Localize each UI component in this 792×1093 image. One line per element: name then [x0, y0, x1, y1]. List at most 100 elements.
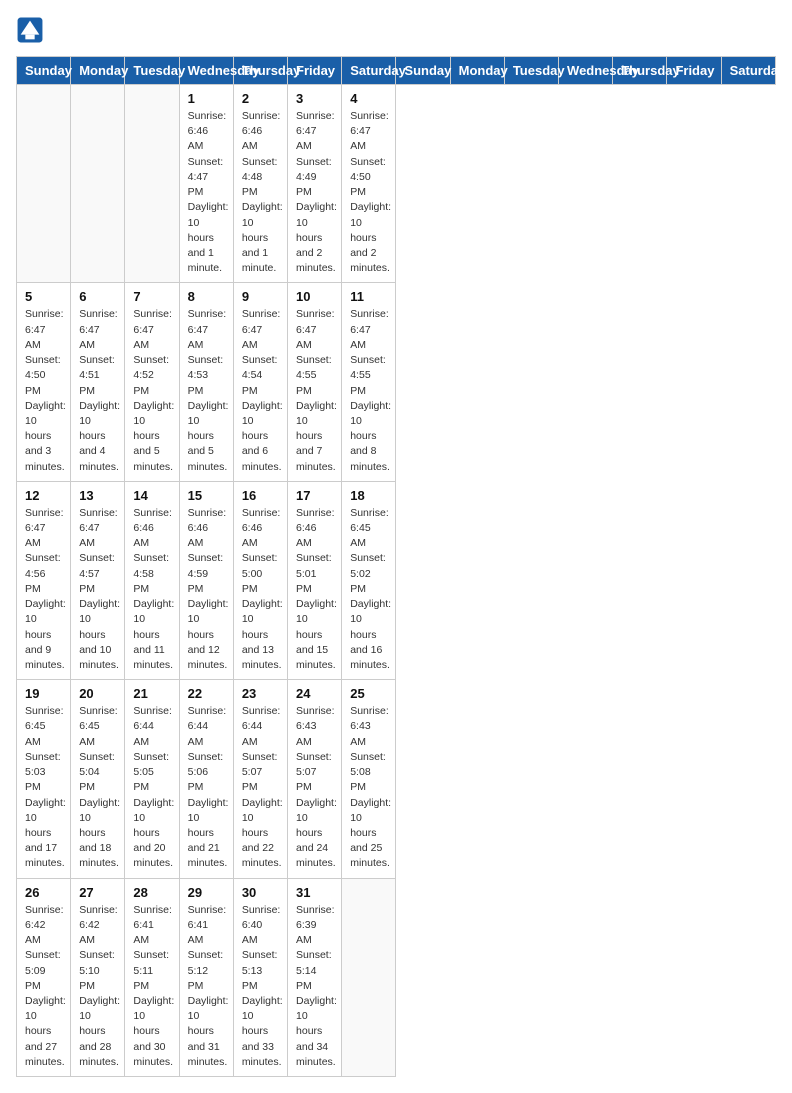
- day-info: Sunrise: 6:43 AM Sunset: 5:07 PM Dayligh…: [296, 704, 333, 871]
- day-number: 27: [79, 885, 116, 900]
- day-info: Sunrise: 6:39 AM Sunset: 5:14 PM Dayligh…: [296, 903, 333, 1070]
- day-number: 3: [296, 91, 333, 106]
- day-cell: 16 Sunrise: 6:46 AM Sunset: 5:00 PM Dayli…: [233, 481, 287, 679]
- day-cell: 7Sunrise: 6:47 AM Sunset: 4:52 PM Daylig…: [125, 283, 179, 481]
- day-info: Sunrise: 6:40 AM Sunset: 5:13 PM Dayligh…: [242, 903, 279, 1070]
- day-number: 11: [350, 289, 387, 304]
- day-number: 10: [296, 289, 333, 304]
- day-header-monday: Monday: [71, 57, 125, 85]
- logo-icon: [16, 16, 44, 44]
- day-number: 26: [25, 885, 62, 900]
- day-info: Sunrise: 6:47 AM Sunset: 4:50 PM Dayligh…: [350, 109, 387, 276]
- day-info: Sunrise: 6:45 AM Sunset: 5:04 PM Dayligh…: [79, 704, 116, 871]
- day-header-tuesday: Tuesday: [504, 57, 558, 85]
- day-cell: 5Sunrise: 6:47 AM Sunset: 4:50 PM Daylig…: [17, 283, 71, 481]
- day-cell: 22Sunrise: 6:44 AM Sunset: 5:06 PM Dayli…: [179, 680, 233, 878]
- day-cell: [125, 85, 179, 283]
- day-cell: 12 Sunrise: 6:47 AM Sunset: 4:56 PM Dayli…: [17, 481, 71, 679]
- day-info: Sunrise: 6:44 AM Sunset: 5:07 PM Dayligh…: [242, 704, 279, 871]
- day-info: Sunrise: 6:45 AM Sunset: 5:02 PM Dayligh…: [350, 506, 387, 673]
- day-info: Sunrise: 6:47 AM Sunset: 4:56 PM Dayligh…: [25, 506, 62, 673]
- day-cell: 20 Sunrise: 6:45 AM Sunset: 5:04 PM Dayli…: [71, 680, 125, 878]
- day-cell: 6 Sunrise: 6:47 AM Sunset: 4:51 PM Daylig…: [71, 283, 125, 481]
- day-number: 13: [79, 488, 116, 503]
- day-header-thursday: Thursday: [613, 57, 667, 85]
- day-number: 25: [350, 686, 387, 701]
- day-cell: 19 Sunrise: 6:45 AM Sunset: 5:03 PM Dayli…: [17, 680, 71, 878]
- day-info: Sunrise: 6:47 AM Sunset: 4:52 PM Dayligh…: [133, 307, 170, 474]
- day-number: 4: [350, 91, 387, 106]
- calendar-table: SundayMondayTuesdayWednesdayThursdayFrid…: [16, 56, 776, 1077]
- day-info: Sunrise: 6:41 AM Sunset: 5:12 PM Dayligh…: [188, 903, 225, 1070]
- day-number: 24: [296, 686, 333, 701]
- day-info: Sunrise: 6:47 AM Sunset: 4:50 PM Dayligh…: [25, 307, 62, 474]
- day-info: Sunrise: 6:46 AM Sunset: 4:58 PM Dayligh…: [133, 506, 170, 673]
- day-cell: 15 Sunrise: 6:46 AM Sunset: 4:59 PM Dayli…: [179, 481, 233, 679]
- day-cell: 8 Sunrise: 6:47 AM Sunset: 4:53 PM Daylig…: [179, 283, 233, 481]
- day-info: Sunrise: 6:42 AM Sunset: 5:10 PM Dayligh…: [79, 903, 116, 1070]
- day-number: 1: [188, 91, 225, 106]
- day-info: Sunrise: 6:47 AM Sunset: 4:57 PM Dayligh…: [79, 506, 116, 673]
- day-number: 23: [242, 686, 279, 701]
- day-info: Sunrise: 6:47 AM Sunset: 4:49 PM Dayligh…: [296, 109, 333, 276]
- day-cell: 28Sunrise: 6:41 AM Sunset: 5:11 PM Dayli…: [125, 878, 179, 1076]
- day-cell: 18 Sunrise: 6:45 AM Sunset: 5:02 PM Dayli…: [342, 481, 396, 679]
- day-cell: 24 Sunrise: 6:43 AM Sunset: 5:07 PM Dayli…: [288, 680, 342, 878]
- day-number: 29: [188, 885, 225, 900]
- day-number: 19: [25, 686, 62, 701]
- day-cell: 3 Sunrise: 6:47 AM Sunset: 4:49 PM Daylig…: [288, 85, 342, 283]
- day-number: 31: [296, 885, 333, 900]
- day-cell: 4 Sunrise: 6:47 AM Sunset: 4:50 PM Daylig…: [342, 85, 396, 283]
- day-cell: 27 Sunrise: 6:42 AM Sunset: 5:10 PM Dayli…: [71, 878, 125, 1076]
- day-info: Sunrise: 6:46 AM Sunset: 5:01 PM Dayligh…: [296, 506, 333, 673]
- day-info: Sunrise: 6:46 AM Sunset: 4:59 PM Dayligh…: [188, 506, 225, 673]
- week-row-4: 19 Sunrise: 6:45 AM Sunset: 5:03 PM Dayli…: [17, 680, 776, 878]
- day-info: Sunrise: 6:46 AM Sunset: 4:47 PM Dayligh…: [188, 109, 225, 276]
- day-info: Sunrise: 6:44 AM Sunset: 5:05 PM Dayligh…: [133, 704, 170, 871]
- week-row-1: 1 Sunrise: 6:46 AM Sunset: 4:47 PM Daylig…: [17, 85, 776, 283]
- day-info: Sunrise: 6:47 AM Sunset: 4:55 PM Dayligh…: [350, 307, 387, 474]
- day-cell: 25 Sunrise: 6:43 AM Sunset: 5:08 PM Dayli…: [342, 680, 396, 878]
- day-header-sunday: Sunday: [17, 57, 71, 85]
- day-header-saturday: Saturday: [342, 57, 396, 85]
- day-cell: 9 Sunrise: 6:47 AM Sunset: 4:54 PM Daylig…: [233, 283, 287, 481]
- header-row: SundayMondayTuesdayWednesdayThursdayFrid…: [17, 57, 776, 85]
- day-number: 12: [25, 488, 62, 503]
- day-cell: [342, 878, 396, 1076]
- logo: [16, 16, 48, 44]
- day-number: 8: [188, 289, 225, 304]
- day-number: 6: [79, 289, 116, 304]
- day-header-monday: Monday: [450, 57, 504, 85]
- day-number: 16: [242, 488, 279, 503]
- day-info: Sunrise: 6:46 AM Sunset: 4:48 PM Dayligh…: [242, 109, 279, 276]
- page-header: [16, 16, 776, 44]
- day-info: Sunrise: 6:47 AM Sunset: 4:54 PM Dayligh…: [242, 307, 279, 474]
- day-number: 18: [350, 488, 387, 503]
- day-header-tuesday: Tuesday: [125, 57, 179, 85]
- day-number: 21: [133, 686, 170, 701]
- day-number: 20: [79, 686, 116, 701]
- day-header-friday: Friday: [667, 57, 721, 85]
- day-number: 2: [242, 91, 279, 106]
- day-cell: 26Sunrise: 6:42 AM Sunset: 5:09 PM Dayli…: [17, 878, 71, 1076]
- day-info: Sunrise: 6:47 AM Sunset: 4:53 PM Dayligh…: [188, 307, 225, 474]
- day-number: 30: [242, 885, 279, 900]
- week-row-2: 5Sunrise: 6:47 AM Sunset: 4:50 PM Daylig…: [17, 283, 776, 481]
- day-number: 14: [133, 488, 170, 503]
- day-number: 17: [296, 488, 333, 503]
- day-header-wednesday: Wednesday: [559, 57, 613, 85]
- week-row-5: 26Sunrise: 6:42 AM Sunset: 5:09 PM Dayli…: [17, 878, 776, 1076]
- day-number: 9: [242, 289, 279, 304]
- day-cell: 21 Sunrise: 6:44 AM Sunset: 5:05 PM Dayli…: [125, 680, 179, 878]
- day-info: Sunrise: 6:45 AM Sunset: 5:03 PM Dayligh…: [25, 704, 62, 871]
- day-number: 15: [188, 488, 225, 503]
- day-header-saturday: Saturday: [721, 57, 775, 85]
- day-cell: 10Sunrise: 6:47 AM Sunset: 4:55 PM Dayli…: [288, 283, 342, 481]
- day-info: Sunrise: 6:46 AM Sunset: 5:00 PM Dayligh…: [242, 506, 279, 673]
- day-info: Sunrise: 6:43 AM Sunset: 5:08 PM Dayligh…: [350, 704, 387, 871]
- week-row-3: 12 Sunrise: 6:47 AM Sunset: 4:56 PM Dayli…: [17, 481, 776, 679]
- day-info: Sunrise: 6:47 AM Sunset: 4:51 PM Dayligh…: [79, 307, 116, 474]
- day-header-sunday: Sunday: [396, 57, 450, 85]
- day-cell: [71, 85, 125, 283]
- day-header-wednesday: Wednesday: [179, 57, 233, 85]
